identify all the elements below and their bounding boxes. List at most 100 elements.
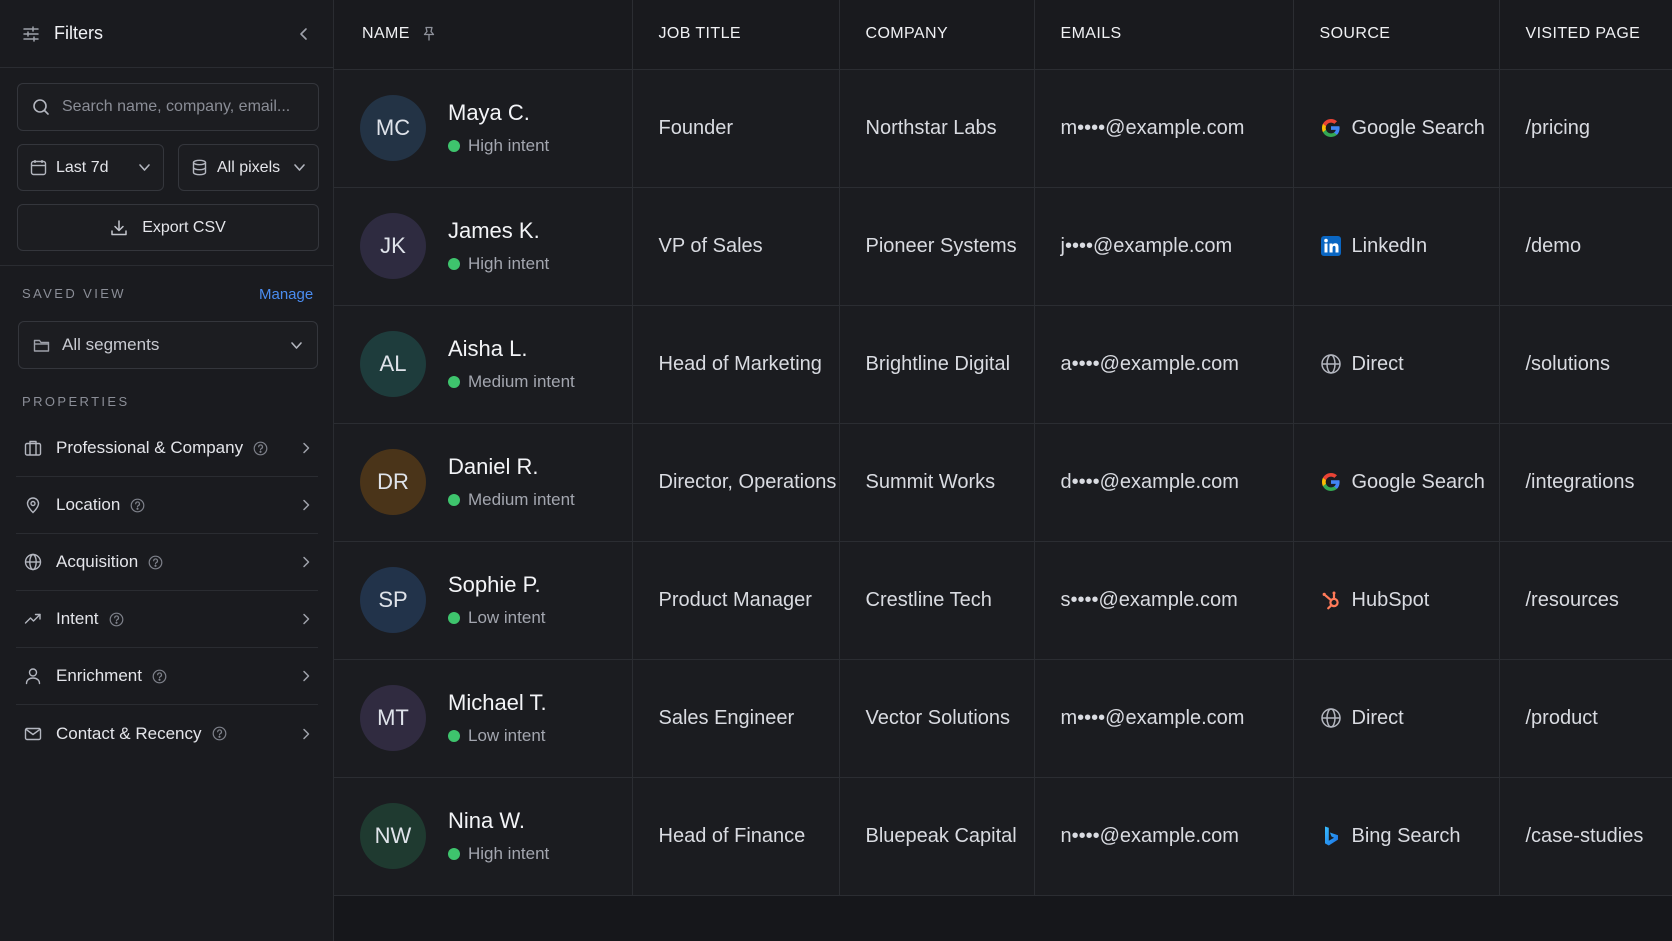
sidebar-title: Filters xyxy=(54,23,103,43)
table-row[interactable]: SP Sophie P. Low intent Product Manager … xyxy=(334,541,1672,660)
search-input[interactable] xyxy=(62,98,302,116)
database-icon xyxy=(191,159,208,176)
help-circle-icon[interactable] xyxy=(253,441,268,456)
property-intent[interactable]: Intent xyxy=(16,591,318,648)
avatar-initials: DR xyxy=(377,469,409,494)
manage-link[interactable]: Manage xyxy=(259,286,313,303)
job-title-cell: VP of Sales xyxy=(632,187,840,306)
table-row[interactable]: AL Aisha L. Medium intent Head of Market… xyxy=(334,305,1672,424)
intent-dot xyxy=(448,730,460,742)
search-box[interactable] xyxy=(17,83,319,131)
calendar-icon xyxy=(30,159,47,176)
help-circle-icon[interactable] xyxy=(212,726,227,741)
visitors-table-area: NAME JOB TITLE COMPANY EMAILS SOURCE VIS… xyxy=(334,0,1672,941)
export-csv-button[interactable]: Export CSV xyxy=(17,204,319,251)
sidebar-header: Filters xyxy=(0,0,333,68)
intent-badge: Medium intent xyxy=(448,490,575,510)
person-name[interactable]: Michael T. xyxy=(448,690,547,716)
company-cell: Bluepeak Capital xyxy=(839,777,1035,896)
avatar: DR xyxy=(360,449,426,515)
column-header-company[interactable]: COMPANY xyxy=(839,0,1035,70)
person-name[interactable]: Maya C. xyxy=(448,100,549,126)
avatar-initials: AL xyxy=(379,351,407,376)
person-name[interactable]: James K. xyxy=(448,218,549,244)
name-cell: SP Sophie P. Low intent xyxy=(334,541,633,660)
help-circle-icon[interactable] xyxy=(130,498,145,513)
property-location[interactable]: Location xyxy=(16,477,318,534)
date-range-select[interactable]: Last 7d xyxy=(17,144,164,191)
help-circle-icon[interactable] xyxy=(148,555,163,570)
column-header-source[interactable]: SOURCE xyxy=(1293,0,1500,70)
avatar: JK xyxy=(360,213,426,279)
source-label: Google Search xyxy=(1351,470,1485,493)
avatar: MC xyxy=(360,95,426,161)
person-name[interactable]: Daniel R. xyxy=(448,454,575,480)
visited-page-cell: /demo xyxy=(1499,187,1672,306)
intent-badge: High intent xyxy=(448,136,549,156)
intent-dot xyxy=(448,258,460,270)
intent-badge: High intent xyxy=(448,254,549,274)
company-cell: Northstar Labs xyxy=(839,69,1035,188)
person-name[interactable]: Sophie P. xyxy=(448,572,546,598)
job-title-cell: Director, Operations xyxy=(632,423,840,542)
intent-badge: Medium intent xyxy=(448,372,575,392)
folder-icon xyxy=(33,337,50,354)
property-label: Intent xyxy=(56,609,99,628)
google-icon xyxy=(1320,117,1342,139)
column-header-name[interactable]: NAME xyxy=(334,0,633,70)
name-cell: MC Maya C. High intent xyxy=(334,69,633,188)
email-cell: j••••@example.com xyxy=(1034,187,1294,306)
property-contact-recency[interactable]: Contact & Recency xyxy=(16,705,318,762)
source-label: Direct xyxy=(1351,706,1404,729)
pin-icon[interactable] xyxy=(422,26,436,42)
column-header-emails[interactable]: EMAILS xyxy=(1034,0,1294,70)
hubspot-icon xyxy=(1320,589,1342,611)
property-label: Enrichment xyxy=(56,666,142,685)
table-row[interactable]: JK James K. High intent VP of Sales Pion… xyxy=(334,187,1672,306)
linkedin-icon xyxy=(1320,235,1342,257)
intent-label: Low intent xyxy=(468,726,546,745)
column-header-visited-page[interactable]: VISITED PAGE xyxy=(1499,0,1672,70)
source-cell: Google Search xyxy=(1293,423,1500,542)
email-cell: d••••@example.com xyxy=(1034,423,1294,542)
avatar: SP xyxy=(360,567,426,633)
property-label: Contact & Recency xyxy=(56,723,202,743)
name-cell: MT Michael T. Low intent xyxy=(334,659,633,778)
intent-badge: Low intent xyxy=(448,726,547,746)
table-row[interactable]: MT Michael T. Low intent Sales Engineer … xyxy=(334,659,1672,778)
property-enrichment[interactable]: Enrichment xyxy=(16,648,318,705)
sliders-icon xyxy=(22,25,40,43)
help-circle-icon[interactable] xyxy=(109,612,124,627)
column-header-job-title[interactable]: JOB TITLE xyxy=(632,0,840,70)
property-professional-company[interactable]: Professional & Company xyxy=(16,420,318,477)
name-cell: AL Aisha L. Medium intent xyxy=(334,305,633,424)
chevron-down-icon xyxy=(290,339,303,352)
person-name[interactable]: Aisha L. xyxy=(448,336,575,362)
visited-page-cell: /solutions xyxy=(1499,305,1672,424)
help-circle-icon[interactable] xyxy=(152,669,167,684)
intent-dot xyxy=(448,848,460,860)
intent-label: High intent xyxy=(468,136,550,155)
download-icon xyxy=(110,219,128,237)
properties-list: Professional & Company Location Acquisit… xyxy=(16,420,318,762)
segment-select[interactable]: All segments xyxy=(18,321,318,369)
avatar-initials: JK xyxy=(380,233,406,258)
source-cell: HubSpot xyxy=(1293,541,1500,660)
job-title-cell: Product Manager xyxy=(632,541,840,660)
email-cell: m••••@example.com xyxy=(1034,69,1294,188)
segment-value: All segments xyxy=(62,335,160,354)
job-title-cell: Sales Engineer xyxy=(632,659,840,778)
property-acquisition[interactable]: Acquisition xyxy=(16,534,318,591)
table-row[interactable]: NW Nina W. High intent Head of Finance B… xyxy=(334,777,1672,896)
name-cell: JK James K. High intent xyxy=(334,187,633,306)
user-icon xyxy=(24,667,42,685)
person-name[interactable]: Nina W. xyxy=(448,808,549,834)
table-row[interactable]: MC Maya C. High intent Founder Northstar… xyxy=(334,69,1672,188)
bing-icon xyxy=(1320,825,1342,847)
name-cell: NW Nina W. High intent xyxy=(334,777,633,896)
pixel-select[interactable]: All pixels xyxy=(178,144,319,191)
table-header-row: NAME JOB TITLE COMPANY EMAILS SOURCE VIS… xyxy=(334,0,1672,70)
collapse-chevron-left-icon[interactable] xyxy=(297,27,311,41)
table-row[interactable]: DR Daniel R. Medium intent Director, Ope… xyxy=(334,423,1672,542)
job-title-cell: Founder xyxy=(632,69,840,188)
